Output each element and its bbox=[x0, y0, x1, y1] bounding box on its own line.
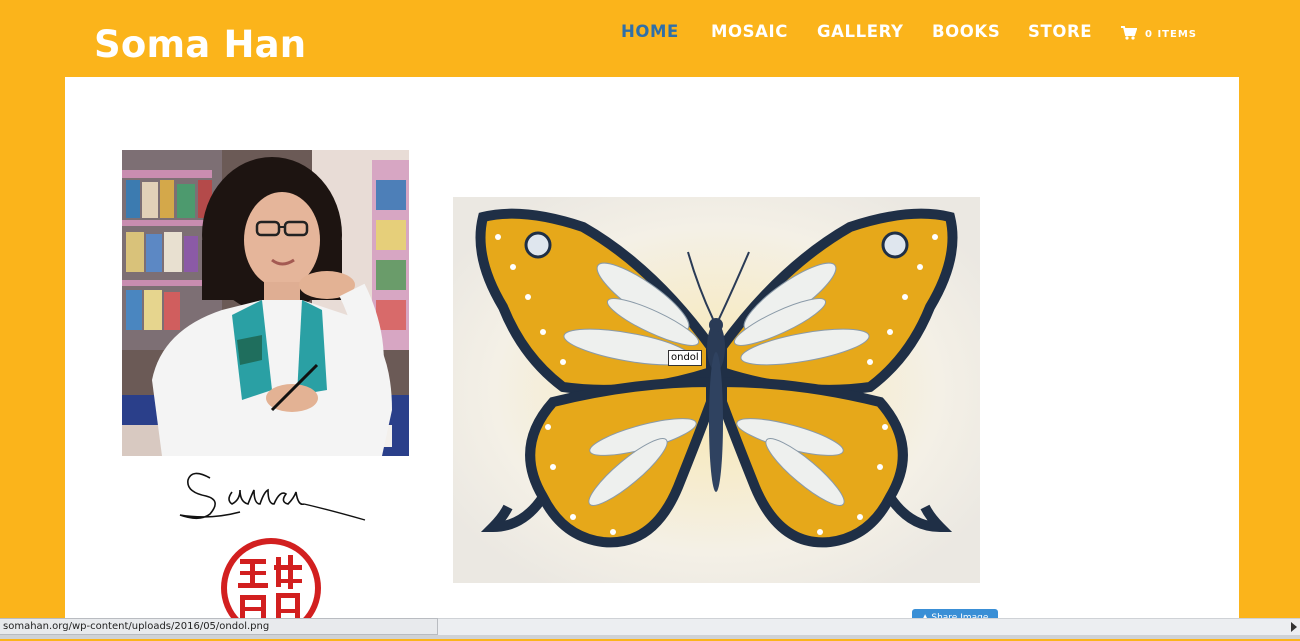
site-header: Soma Han HOME MOSAIC GALLERY BOOKS STORE… bbox=[0, 0, 1300, 76]
cart-count: 0 ITEMS bbox=[1145, 29, 1197, 40]
artist-portrait[interactable] bbox=[122, 150, 409, 456]
cart-link[interactable]: 0 ITEMS bbox=[1121, 26, 1197, 40]
scroll-right-arrow-icon[interactable] bbox=[1291, 622, 1297, 632]
horizontal-scrollbar[interactable] bbox=[438, 618, 1300, 635]
image-tooltip: ondol bbox=[668, 350, 702, 366]
status-bar-url: somahan.org/wp-content/uploads/2016/05/o… bbox=[0, 618, 438, 635]
shopping-cart-icon bbox=[1121, 26, 1138, 40]
butterfly-artwork-image[interactable] bbox=[453, 197, 980, 583]
nav-mosaic[interactable]: MOSAIC bbox=[711, 22, 788, 41]
nav-home[interactable]: HOME bbox=[621, 22, 679, 41]
window-bottom-edge bbox=[0, 635, 1300, 639]
signature-image bbox=[179, 472, 366, 521]
nav-store[interactable]: STORE bbox=[1028, 22, 1092, 41]
main-content: ondol ▲ Share Image bbox=[65, 77, 1239, 639]
nav-books[interactable]: BOOKS bbox=[932, 22, 1000, 41]
nav-gallery[interactable]: GALLERY bbox=[817, 22, 904, 41]
site-title[interactable]: Soma Han bbox=[94, 22, 306, 68]
